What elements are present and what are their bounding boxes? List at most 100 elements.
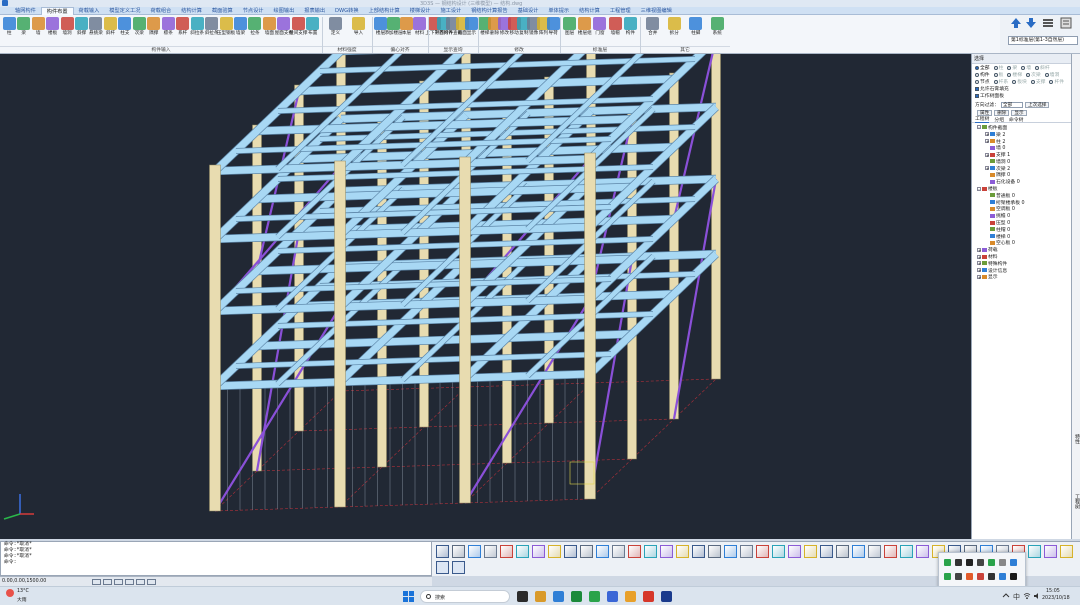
view-tool-icon[interactable] [916,545,929,558]
weather-icon[interactable] [6,589,14,597]
column[interactable] [459,156,471,504]
tab-project-tree[interactable]: 工程树 [975,115,990,123]
ribbon-button[interactable]: 门窗 [592,16,607,44]
ribbon-button[interactable]: 拆分 [664,16,686,44]
tree-expander[interactable]: + [985,132,989,137]
ribbon-button[interactable]: 墙梁 [233,16,247,44]
polar-toggle-icon[interactable] [125,578,134,585]
tray-app-icon[interactable] [977,559,984,566]
taskbar-app-icon[interactable] [589,591,600,602]
view-tool-icon[interactable] [596,545,609,558]
tree-expander[interactable]: + [985,152,989,157]
ribbon-tab[interactable]: 绘图输出 [269,7,300,15]
option-radio[interactable] [1012,79,1017,84]
ribbon-button[interactable]: 梁 [16,16,31,44]
view-tool-icon[interactable] [852,545,865,558]
view-tool-icon[interactable] [452,545,465,558]
tree-node[interactable]: 压型 0 [972,219,1071,226]
column[interactable] [711,54,721,380]
ribbon-button[interactable]: 墙 [31,16,45,44]
tray-app-icon[interactable] [1010,573,1017,580]
ribbon-tab[interactable]: 楼梯设计 [405,7,436,15]
command-input[interactable] [4,566,424,572]
floor-down-icon[interactable] [1025,17,1037,29]
ground-grid-line[interactable] [298,418,675,432]
view-tool-icon[interactable] [548,545,561,558]
ribbon-button[interactable]: 悬挑梁 [89,16,103,44]
ground-grid-line[interactable] [339,386,467,508]
ortho-toggle-icon[interactable] [114,578,123,585]
tree-node[interactable]: + 显示 [972,274,1071,280]
osnap-toggle-icon[interactable] [136,578,145,585]
view-tool-icon[interactable] [564,545,577,558]
ground-grid-line[interactable] [256,458,633,472]
view-tool-icon[interactable] [868,545,881,558]
ribbon-button[interactable]: 斜拉条 [190,16,204,44]
ribbon-button[interactable]: 系杆 [175,16,190,44]
view-tool-icon[interactable] [756,545,769,558]
option-radio[interactable] [993,79,998,84]
tree-node[interactable]: 空调板 0 [972,206,1071,212]
view-tool-icon[interactable] [884,545,897,558]
ribbon-button[interactable]: 楼层 [374,16,387,44]
option-radio[interactable] [975,72,979,77]
tree-expander[interactable]: + [977,254,981,259]
ribbon-button[interactable]: 斜拉条 [204,16,218,44]
option-radio[interactable] [975,65,979,70]
option-radio[interactable] [1007,72,1012,77]
option-radio[interactable] [993,72,998,77]
option-radio[interactable] [1021,65,1026,70]
tab-groups[interactable]: 分组 [994,116,1004,123]
ribbon-tab[interactable]: 荷载输入 [74,7,105,15]
taskbar-app-icon[interactable] [661,591,672,602]
volume-icon[interactable] [1033,592,1041,600]
view-tool-icon[interactable] [820,545,833,558]
ribbon-button[interactable]: 导荷 [546,16,560,44]
view-tool-icon[interactable] [836,545,849,558]
view-tool-icon[interactable] [692,545,705,558]
taskbar-app-icon[interactable] [571,591,582,602]
ribbon-tab[interactable]: 报表输出 [299,7,330,15]
view-tool-icon[interactable] [772,545,785,558]
view-tool-icon[interactable] [436,545,449,558]
ribbon-button[interactable]: 隅撑 [147,16,161,44]
ribbon-tab[interactable]: 荷载组合 [145,7,176,15]
tree-node[interactable]: 柱帽 0 [972,226,1071,233]
ribbon-button[interactable]: 墙洞 [60,16,74,44]
option-radio[interactable] [1044,72,1049,77]
tray-app-icon[interactable] [988,573,995,580]
view-tool-icon[interactable] [580,545,593,558]
tree-node[interactable]: + 设计信息 [972,267,1071,274]
tree-node[interactable]: + 支撑 1 [972,151,1071,158]
tree-node[interactable]: + 材料 [972,253,1071,260]
view-tool-icon[interactable] [452,561,465,574]
floor-list-icon[interactable] [1060,17,1072,29]
side-tab-properties[interactable]: 特性 [1073,434,1080,444]
ribbon-button[interactable]: 添加楼层 [384,16,403,44]
ribbon-button[interactable]: 图层 [562,16,577,44]
view-tool-icon[interactable] [1044,545,1057,558]
tree-node[interactable]: 墙洞 0 [972,158,1071,165]
tree-expander[interactable]: + [985,138,989,143]
last-selection-button[interactable]: 上次选择 [1025,101,1050,108]
ribbon-tab[interactable]: DWG转换 [330,7,364,15]
structure-3d-model[interactable] [0,54,971,539]
view-tool-icon[interactable] [436,561,449,574]
ribbon-button[interactable]: 柱支 [118,16,132,44]
start-icon[interactable] [403,591,414,602]
floor-stack-icon[interactable] [1042,17,1054,29]
view-tool-icon[interactable] [660,545,673,558]
taskbar-app-icon[interactable] [517,591,528,602]
ribbon-button[interactable]: 显示 [464,16,478,44]
tray-app-icon[interactable] [988,559,995,566]
tree-node[interactable]: 挑檐 0 [972,212,1071,219]
tray-app-icon[interactable] [966,559,973,566]
column[interactable] [252,124,262,472]
snap-toggle-icon[interactable] [92,578,101,585]
tree-expander[interactable]: - [977,125,981,130]
tree-node[interactable]: 墙 0 [972,144,1071,151]
ribbon-tab[interactable]: 结构计算 [176,7,207,15]
tray-app-icon[interactable] [999,559,1006,566]
option-radio[interactable] [993,65,998,70]
ribbon-tab[interactable]: 截面验算 [207,7,238,15]
